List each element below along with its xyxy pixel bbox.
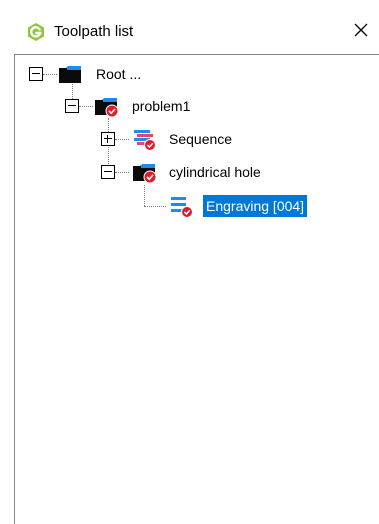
tree-connector bbox=[144, 185, 146, 206]
tree-node-engraving[interactable]: Engraving [004] bbox=[166, 192, 316, 220]
tree-node-cylindrical-hole[interactable]: cylindrical hole bbox=[94, 158, 294, 186]
collapse-toggle[interactable] bbox=[101, 165, 115, 179]
close-icon bbox=[354, 23, 368, 37]
tree-node-sequence[interactable]: Sequence bbox=[94, 125, 264, 153]
folder-check-icon bbox=[131, 160, 157, 184]
tree-node-problem1[interactable]: problem1 bbox=[58, 92, 208, 120]
tree-node-label: Sequence bbox=[169, 131, 233, 147]
collapse-toggle[interactable] bbox=[29, 67, 43, 81]
title-bar[interactable]: Toolpath list bbox=[0, 0, 379, 48]
collapse-toggle[interactable] bbox=[65, 99, 79, 113]
tree-node-label: cylindrical hole bbox=[169, 164, 261, 180]
close-button[interactable] bbox=[347, 16, 375, 44]
tree-node-label: Root ... bbox=[96, 66, 142, 82]
expand-toggle[interactable] bbox=[101, 132, 115, 146]
tree-node-label-selected: Engraving [004] bbox=[203, 195, 308, 217]
tree-node-label: problem1 bbox=[132, 98, 191, 114]
toolpath-check-icon bbox=[168, 194, 194, 218]
folder-check-icon bbox=[93, 94, 119, 118]
window-title: Toolpath list bbox=[54, 23, 134, 40]
toolpath-list-window: Toolpath list Root ... problem1 Sequence… bbox=[0, 0, 379, 524]
tree-node-root[interactable]: Root ... bbox=[22, 60, 162, 88]
sequence-check-icon bbox=[131, 127, 157, 151]
tree-connector bbox=[144, 206, 166, 208]
folder-icon bbox=[57, 62, 83, 86]
app-logo-icon bbox=[26, 22, 46, 42]
